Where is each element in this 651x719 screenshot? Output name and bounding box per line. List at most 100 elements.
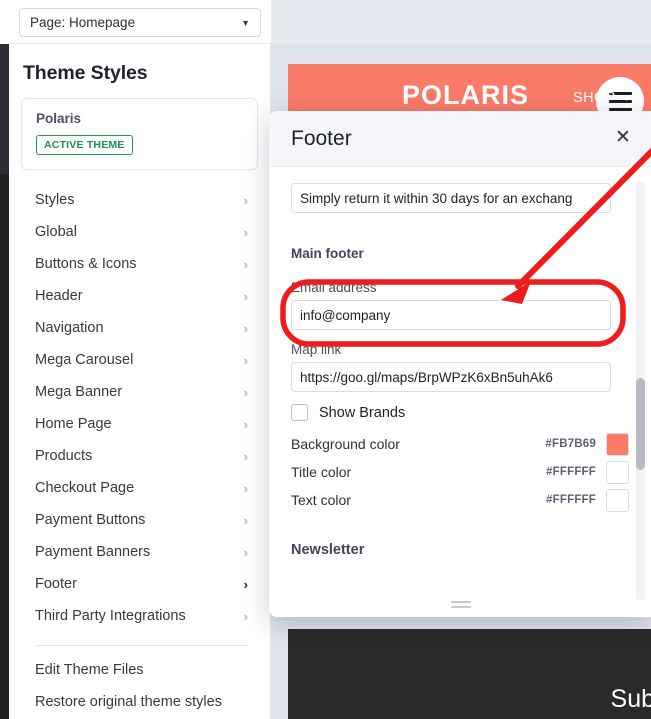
color-setting-row: Text color #FFFFFF (291, 486, 629, 514)
app-left-rail-top-gap (0, 0, 9, 44)
app-left-rail-segment (0, 44, 9, 174)
chevron-right-icon: › (243, 320, 248, 336)
sidebar-item-label: Mega Carousel (35, 352, 134, 368)
sidebar-item-payment-buttons[interactable]: Payment Buttons › (9, 504, 270, 536)
sidebar-item-label: Global (35, 224, 77, 240)
sidebar-item-home-page[interactable]: Home Page › (9, 408, 270, 440)
sidebar-item-label: Payment Buttons (35, 512, 146, 528)
show-brands-checkbox[interactable] (291, 404, 308, 421)
close-icon[interactable]: ✕ (613, 128, 633, 149)
sidebar-item-mega-carousel[interactable]: Mega Carousel › (9, 344, 270, 376)
chevron-right-icon: › (243, 256, 248, 272)
color-swatch[interactable] (606, 488, 629, 512)
sidebar-link-restore-original-theme-styles[interactable]: Restore original theme styles (9, 686, 270, 718)
page-title: Theme Styles (23, 62, 148, 84)
modal-body: Simply return it within 30 days for an e… (269, 167, 651, 617)
chevron-right-icon: › (243, 576, 248, 592)
chevron-down-icon: ▼ (241, 17, 250, 28)
topbar: Page: Homepage ▼ (9, 0, 271, 44)
sidebar-item-mega-banner[interactable]: Mega Banner › (9, 376, 270, 408)
screenshot-root: Page: Homepage ▼ Theme Styles Polaris AC… (0, 0, 651, 719)
section-heading-main-footer: Main footer (291, 246, 364, 261)
color-setting-row: Title color #FFFFFF (291, 458, 629, 486)
chevron-down-icon: ▼ (621, 92, 633, 104)
theme-name: Polaris (36, 111, 82, 126)
chevron-right-icon: › (243, 544, 248, 560)
color-swatch[interactable] (606, 460, 629, 484)
sidebar-item-label: Third Party Integrations (35, 608, 186, 624)
sidebar-item-styles[interactable]: Styles › (9, 184, 270, 216)
sidebar-item-global[interactable]: Global › (9, 216, 270, 248)
sidebar-item-checkout-page[interactable]: Checkout Page › (9, 472, 270, 504)
footer-settings-modal: Footer ✕ Simply return it within 30 days… (269, 111, 651, 617)
preview-top-strip (271, 0, 651, 44)
sidebar-item-label: Styles (35, 192, 75, 208)
sidebar-item-label: Payment Banners (35, 544, 151, 560)
active-theme-card[interactable]: Polaris ACTIVE THEME (21, 98, 258, 170)
sidebar-item-header[interactable]: Header › (9, 280, 270, 312)
theme-styles-sidebar: Theme Styles Polaris ACTIVE THEME Styles… (9, 44, 271, 719)
preview-shop-label: SHOP (573, 90, 616, 106)
sidebar-link-edit-theme-files[interactable]: Edit Theme Files (9, 654, 270, 686)
chevron-right-icon: › (243, 512, 248, 528)
sidebar-link-label: Edit Theme Files (35, 662, 144, 678)
modal-header: Footer ✕ (269, 111, 651, 167)
map-link-value: https://goo.gl/maps/BrpWPzK6xBn5uhAk6 (300, 369, 553, 385)
page-selector[interactable]: Page: Homepage ▼ (19, 8, 261, 37)
color-hex-value: #FFFFFF (546, 466, 596, 478)
color-setting-row: Background color #FB7B69 (291, 430, 629, 458)
sidebar-item-buttons-icons[interactable]: Buttons & Icons › (9, 248, 270, 280)
sidebar-item-label: Home Page (35, 416, 112, 432)
chevron-right-icon: › (243, 192, 248, 208)
email-address-value: info@company (300, 307, 391, 323)
map-link-label: Map link (291, 342, 342, 357)
page-selector-value: Page: Homepage (30, 15, 136, 30)
sidebar-divider (35, 645, 248, 646)
chevron-right-icon: › (243, 480, 248, 496)
show-brands-row[interactable]: Show Brands (291, 404, 629, 421)
chevron-right-icon: › (243, 352, 248, 368)
sidebar-item-third-party-integrations[interactable]: Third Party Integrations › (9, 600, 270, 632)
color-setting-label: Background color (291, 436, 400, 452)
preview-site-footer: Sub You may unsubscribe (288, 629, 651, 719)
sidebar-item-label: Buttons & Icons (35, 256, 137, 272)
preview-brand-logo: POLARIS (402, 80, 530, 110)
sidebar-link-label: Restore original theme styles (35, 694, 222, 710)
email-address-input[interactable]: info@company (291, 300, 611, 330)
sidebar-item-label: Products (35, 448, 93, 464)
color-hex-value: #FB7B69 (545, 438, 596, 450)
chevron-right-icon: › (243, 608, 248, 624)
preview-shop-link[interactable]: SHOP ▼ (573, 90, 632, 106)
modal-scrollbar-thumb[interactable] (636, 378, 645, 470)
drag-handle-icon[interactable] (451, 601, 471, 608)
return-policy-value: Simply return it within 30 days for an e… (300, 190, 573, 206)
chevron-right-icon: › (243, 288, 248, 304)
chevron-right-icon: › (243, 416, 248, 432)
map-link-input[interactable]: https://goo.gl/maps/BrpWPzK6xBn5uhAk6 (291, 362, 611, 392)
sidebar-item-label: Header (35, 288, 83, 304)
sidebar-item-label: Checkout Page (35, 480, 135, 496)
color-hex-value: #FFFFFF (546, 494, 596, 506)
section-heading-newsletter: Newsletter (291, 542, 365, 558)
preview-footer-title: Sub (610, 685, 651, 713)
sidebar-item-products[interactable]: Products › (9, 440, 270, 472)
sidebar-item-payment-banners[interactable]: Payment Banners › (9, 536, 270, 568)
sidebar-links: Edit Theme Files Restore original theme s… (9, 654, 270, 718)
modal-title: Footer (291, 126, 352, 150)
show-brands-label: Show Brands (319, 404, 406, 421)
return-policy-input[interactable]: Simply return it within 30 days for an e… (291, 183, 611, 213)
sidebar-nav: Styles › Global › Buttons & Icons › Header › Nav… (9, 184, 270, 632)
status-badge: ACTIVE THEME (36, 135, 133, 155)
sidebar-item-label: Footer (35, 576, 77, 592)
color-settings-list: Background color #FB7B69 Title color #FFFFF… (291, 430, 629, 514)
sidebar-item-label: Mega Banner (35, 384, 123, 400)
sidebar-item-footer[interactable]: Footer › (9, 568, 270, 600)
color-setting-label: Title color (291, 464, 352, 480)
color-setting-label: Text color (291, 492, 351, 508)
sidebar-item-navigation[interactable]: Navigation › (9, 312, 270, 344)
sidebar-item-label: Navigation (35, 320, 104, 336)
chevron-right-icon: › (243, 448, 248, 464)
color-swatch[interactable] (606, 432, 629, 456)
chevron-right-icon: › (243, 224, 248, 240)
email-address-label: Email address (291, 280, 377, 295)
